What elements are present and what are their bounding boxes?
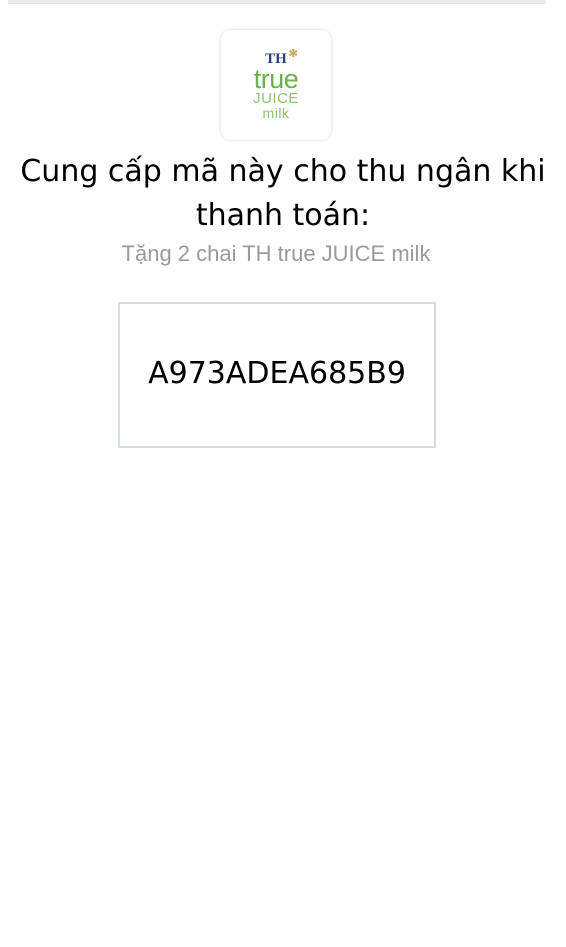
instruction-text: Cung cấp mã này cho thu ngân khi thanh t… <box>20 154 546 233</box>
logo-juice-text: JUICE <box>253 89 299 107</box>
top-divider <box>8 0 546 4</box>
voucher-code: A973ADEA685B9 <box>148 355 406 391</box>
voucher-code-box[interactable]: A973ADEA685B9 <box>118 302 436 448</box>
star-icon: ✻ <box>288 47 298 60</box>
brand-logo: TH ✻ true JUICE milk <box>221 30 331 140</box>
logo-th-label: TH <box>265 50 287 67</box>
logo-th-text: TH ✻ <box>265 48 298 67</box>
voucher-screen: TH ✻ true JUICE milk Cung cấp mã này cho… <box>0 0 566 947</box>
logo-milk-text: milk <box>262 104 290 121</box>
offer-description: Tặng 2 chai TH true JUICE milk <box>121 241 431 266</box>
logo-true-text: true <box>253 63 299 94</box>
